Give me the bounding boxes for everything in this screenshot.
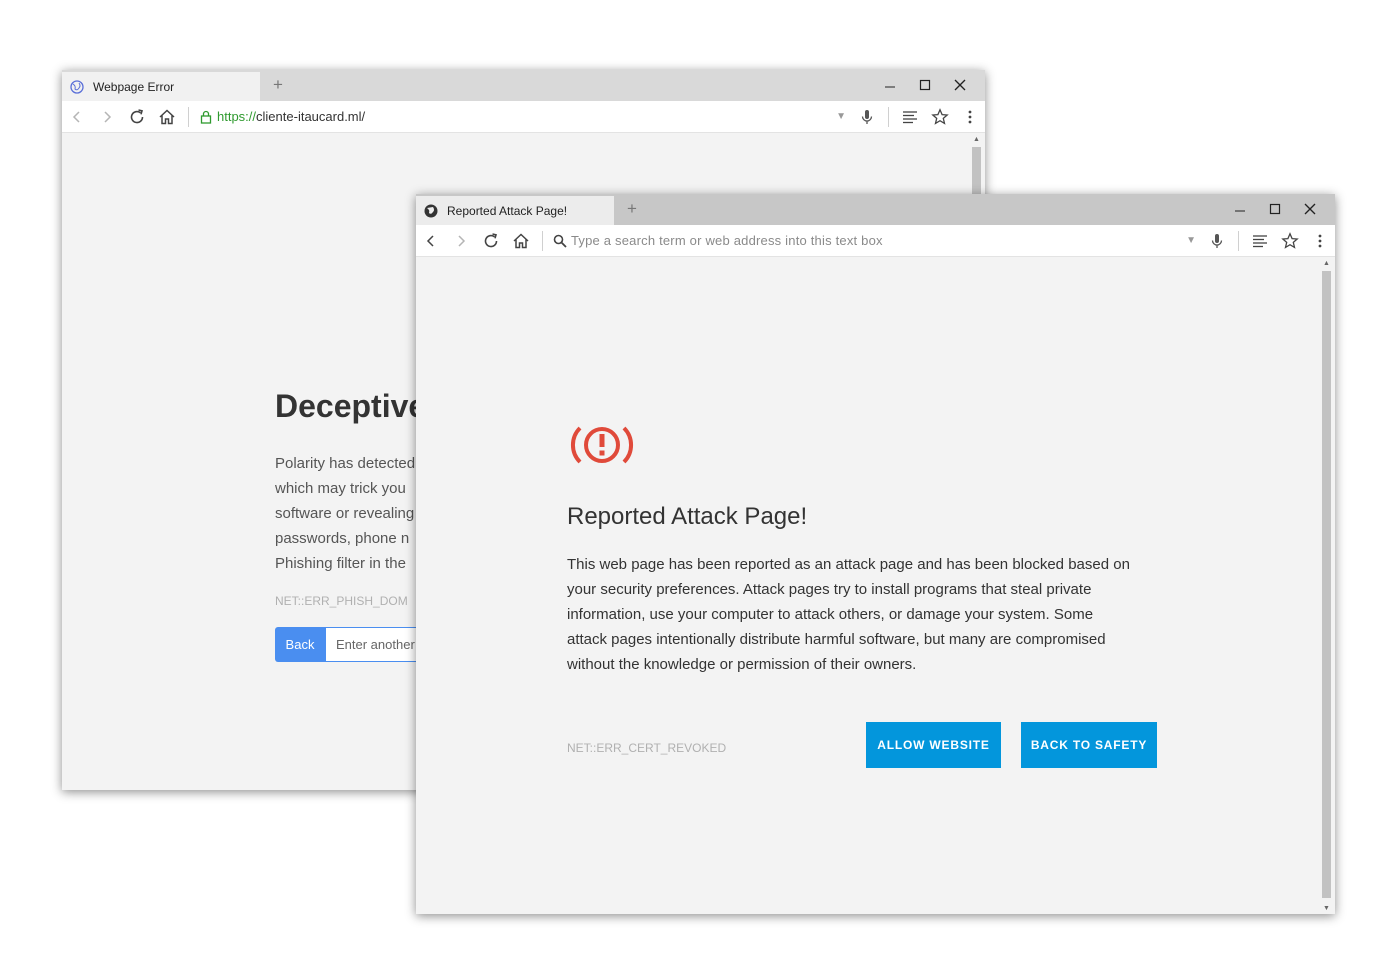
scroll-up-icon[interactable]: ▲: [968, 133, 985, 145]
tab-webpage-error[interactable]: Webpage Error: [62, 72, 260, 101]
dropdown-icon[interactable]: ▼: [836, 111, 846, 122]
dropdown-icon[interactable]: ▼: [1186, 235, 1196, 246]
new-tab-button[interactable]: +: [622, 199, 642, 219]
back-arrow-icon[interactable]: [62, 102, 92, 132]
menu-icon[interactable]: [1305, 226, 1335, 256]
warning-icon: [566, 420, 636, 470]
home-icon[interactable]: [152, 102, 182, 132]
page-title: Deceptive: [275, 388, 427, 424]
divider: [542, 230, 543, 251]
text-line: This web page has been reported as an at…: [567, 556, 1130, 573]
globe-icon: [70, 79, 84, 94]
allow-website-button[interactable]: ALLOW WEBSITE: [866, 722, 1001, 768]
back-button[interactable]: Back: [275, 627, 325, 662]
warning-text: This web page has been reported as an at…: [567, 552, 1167, 677]
tab-title: Reported Attack Page!: [447, 203, 568, 218]
scroll-up-icon[interactable]: ▲: [1318, 257, 1335, 269]
new-tab-button[interactable]: +: [268, 75, 288, 95]
search-input[interactable]: [571, 233, 1187, 248]
lock-icon[interactable]: [195, 102, 217, 132]
divider: [888, 106, 889, 127]
address-bar[interactable]: https:// cliente-itaucard.ml/: [217, 109, 836, 124]
microphone-icon[interactable]: [852, 102, 882, 132]
search-icon: [549, 226, 571, 256]
menu-icon[interactable]: [955, 102, 985, 132]
url-host: cliente-itaucard.ml/: [256, 109, 366, 124]
forward-arrow-icon[interactable]: [92, 102, 122, 132]
minimize-icon[interactable]: [1222, 196, 1257, 222]
toolbar: https:// cliente-itaucard.ml/ ▼: [62, 101, 985, 133]
titlebar: Reported Attack Page! +: [416, 194, 1335, 225]
reader-icon[interactable]: [895, 102, 925, 132]
tab-reported-attack-page[interactable]: Reported Attack Page!: [416, 196, 614, 225]
text-line: attack pages intentionally distribute ha…: [567, 631, 1106, 648]
minimize-icon[interactable]: [872, 72, 907, 98]
back-arrow-icon[interactable]: [416, 226, 446, 256]
divider: [188, 106, 189, 127]
text-line: your security preferences. Attack pages …: [567, 581, 1092, 598]
divider: [1238, 230, 1239, 251]
scroll-thumb[interactable]: [1322, 271, 1331, 898]
page-content: Reported Attack Page! This web page has …: [416, 257, 1335, 914]
toolbar: ▼: [416, 225, 1335, 257]
globe-icon: [424, 204, 438, 218]
back-to-safety-button[interactable]: BACK TO SAFETY: [1021, 722, 1157, 768]
url-scheme: https://: [217, 109, 257, 124]
maximize-icon[interactable]: [907, 72, 942, 98]
front-browser-window: Reported Attack Page! + ▼: [416, 194, 1335, 914]
reload-icon[interactable]: [476, 226, 506, 256]
scrollbar[interactable]: ▲ ▼: [1318, 257, 1335, 914]
close-icon[interactable]: [942, 72, 977, 98]
titlebar: Webpage Error +: [62, 70, 985, 101]
home-icon[interactable]: [506, 226, 536, 256]
reload-icon[interactable]: [122, 102, 152, 132]
text-line: information, use your computer to attack…: [567, 606, 1094, 623]
microphone-icon[interactable]: [1202, 226, 1232, 256]
text-line: without the knowledge or permission of t…: [567, 656, 917, 673]
scroll-down-icon[interactable]: ▼: [1318, 902, 1335, 914]
forward-arrow-icon[interactable]: [446, 226, 476, 256]
star-icon[interactable]: [925, 102, 955, 132]
page-title: Reported Attack Page!: [567, 503, 808, 530]
maximize-icon[interactable]: [1257, 196, 1292, 222]
tab-title: Webpage Error: [93, 79, 175, 94]
star-icon[interactable]: [1275, 226, 1305, 256]
reader-icon[interactable]: [1245, 226, 1275, 256]
error-code: NET::ERR_PHISH_DOM: [275, 594, 408, 608]
error-code: NET::ERR_CERT_REVOKED: [567, 741, 727, 755]
close-icon[interactable]: [1292, 196, 1327, 222]
